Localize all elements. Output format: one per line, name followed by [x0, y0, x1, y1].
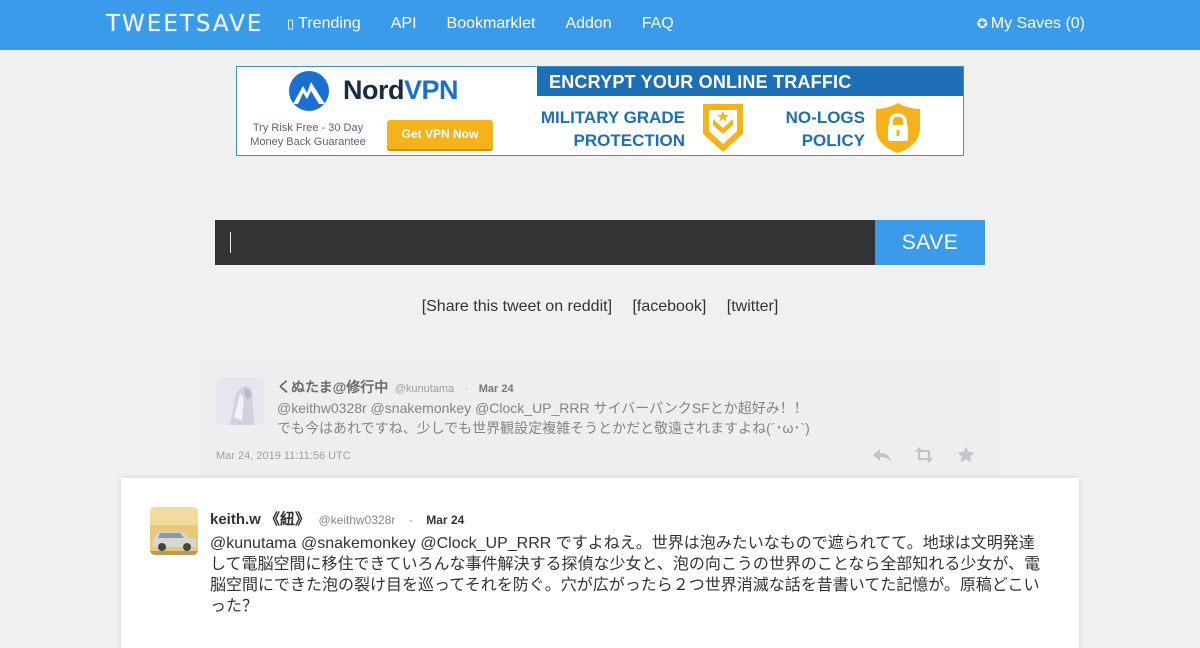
author-name[interactable]: くぬたま@修行中 [277, 379, 388, 395]
shield-badge-icon [703, 104, 743, 152]
parent-tweet: くぬたま@修行中 @kunutama · Mar 24 @keithw0328r… [202, 362, 998, 480]
retweet-icon[interactable] [914, 446, 934, 464]
separator-dot: · [408, 513, 413, 527]
lock-shield-icon [876, 103, 920, 153]
tweet-date[interactable]: Mar 24 [479, 383, 514, 395]
avatar[interactable] [216, 377, 264, 425]
tweet-timestamp: Mar 24, 2019 11:11:56 UTC [216, 450, 351, 462]
author-handle[interactable]: @kunutama [395, 383, 454, 395]
tweet-url-input[interactable] [215, 220, 875, 265]
text-caret [230, 232, 231, 253]
banner-brand: NordVPN [343, 75, 459, 105]
share-links: [Share this tweet on reddit] [facebook] … [0, 298, 1200, 316]
nav-link-label: Trending [298, 15, 361, 32]
ad-banner[interactable]: NordVPN Try Risk Free - 30 Day Money Bac… [236, 66, 964, 156]
banner-feature-nologs: NO-LOGS POLICY [785, 108, 865, 150]
author-name[interactable]: keith.w 《紐》 [210, 511, 310, 528]
saved-tweet: keith.w 《紐》 @keithw0328r · Mar 24 @kunut… [121, 478, 1079, 648]
save-tweet-form: SAVE [215, 220, 985, 265]
author-handle[interactable]: @keithw0328r [318, 513, 395, 527]
nav-link-bookmarklet[interactable]: Bookmarklet [447, 15, 536, 33]
nav-links: ▯ Trending API Bookmarklet Addon FAQ [287, 15, 704, 33]
banner-guarantee: Try Risk Free - 30 Day Money Back Guaran… [250, 122, 366, 148]
save-button[interactable]: SAVE [875, 220, 985, 265]
share-facebook-link[interactable]: [facebook] [632, 298, 706, 315]
tweet-header: keith.w 《紐》 @keithw0328r · Mar 24 [210, 508, 464, 529]
share-reddit-link[interactable]: [Share this tweet on reddit] [422, 298, 612, 315]
nav-link-api[interactable]: API [391, 15, 417, 33]
share-twitter-link[interactable]: [twitter] [727, 298, 779, 315]
nordvpn-mountain-icon [289, 71, 329, 111]
tweet-actions [850, 446, 976, 464]
separator-dot: · [464, 383, 469, 395]
my-saves-link[interactable]: ✪ My Saves (0) [977, 15, 1085, 33]
favorite-icon[interactable] [956, 446, 976, 464]
nav-link-trending[interactable]: ▯ Trending [287, 15, 361, 33]
reply-icon[interactable] [872, 446, 892, 464]
fire-icon: ▯ [287, 16, 295, 31]
plus-circle-icon: ✪ [976, 16, 988, 31]
tweet-header: くぬたま@修行中 @kunutama · Mar 24 [277, 377, 514, 397]
navbar: TWEETSAVE ▯ Trending API Bookmarklet Addo… [0, 0, 1200, 50]
banner-headline: ENCRYPT YOUR ONLINE TRAFFIC [537, 67, 963, 96]
my-saves-label: My Saves (0) [990, 15, 1085, 32]
nav-link-addon[interactable]: Addon [565, 15, 611, 33]
site-logo[interactable]: TWEETSAVE [106, 11, 263, 37]
avatar[interactable] [150, 507, 198, 555]
tweet-text: @keithw0328r @snakemonkey @Clock_UP_RRR … [277, 400, 810, 436]
nav-link-faq[interactable]: FAQ [642, 15, 674, 33]
tweet-text: @kunutama @snakemonkey @Clock_UP_RRR ですよ… [210, 535, 1041, 615]
banner-feature-protection: MILITARY GRADE PROTECTION [540, 108, 685, 150]
get-vpn-button[interactable]: Get VPN Now [387, 120, 493, 149]
tweet-date[interactable]: Mar 24 [426, 513, 464, 527]
